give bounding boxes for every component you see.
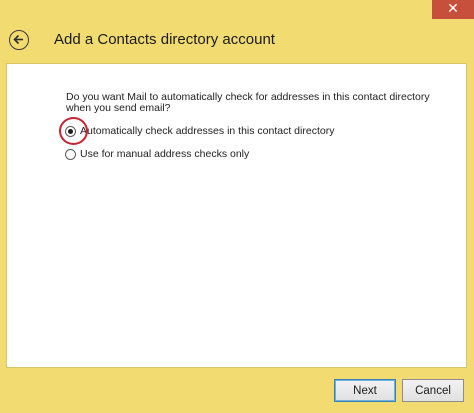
next-button[interactable]: Next bbox=[334, 379, 396, 402]
option-automatic-check-label[interactable]: Automatically check addresses in this co… bbox=[80, 125, 334, 137]
question-text: Do you want Mail to automatically check … bbox=[66, 91, 430, 114]
back-button[interactable] bbox=[9, 30, 29, 50]
back-arrow-icon bbox=[13, 34, 23, 45]
content-panel: Do you want Mail to automatically check … bbox=[6, 63, 467, 368]
close-icon: ✕ bbox=[447, 1, 459, 17]
close-button[interactable]: ✕ bbox=[432, 0, 474, 19]
dialog-frame: ✕ Add a Contacts directory account Do yo… bbox=[0, 0, 474, 413]
option-manual-check-label[interactable]: Use for manual address checks only bbox=[80, 148, 249, 160]
option-automatic-check[interactable]: Automatically check addresses in this co… bbox=[65, 123, 334, 139]
radio-automatic-check[interactable] bbox=[65, 125, 76, 137]
page-title: Add a Contacts directory account bbox=[54, 31, 275, 48]
option-manual-check[interactable]: Use for manual address checks only bbox=[65, 146, 249, 162]
cancel-button[interactable]: Cancel bbox=[402, 379, 464, 402]
radio-manual-check[interactable] bbox=[65, 148, 76, 160]
